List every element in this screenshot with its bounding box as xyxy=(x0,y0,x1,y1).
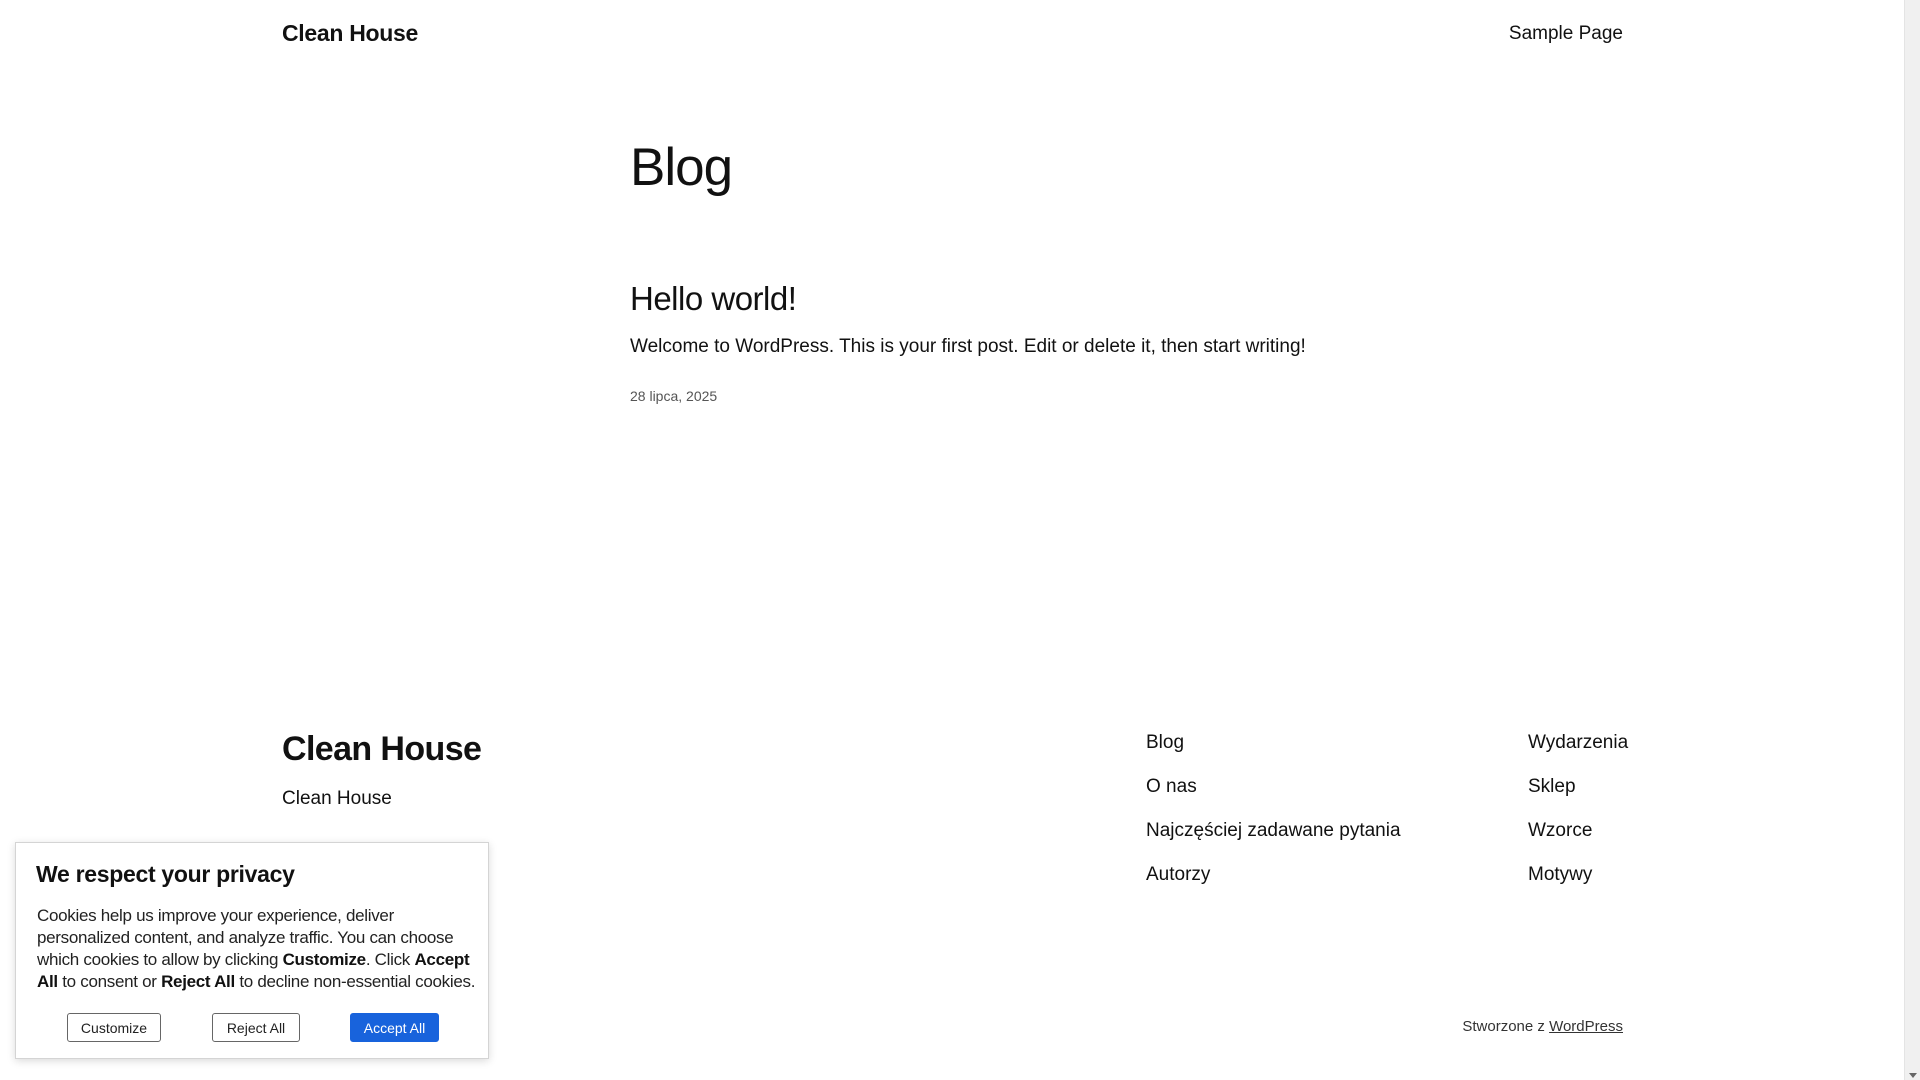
cookie-text-part: to consent or xyxy=(57,972,162,991)
footer-credit: Stworzone z WordPress xyxy=(1462,1018,1623,1035)
cookie-text-part: . Click xyxy=(365,950,415,969)
main-content: Blog Hello world! Welcome to WordPress. … xyxy=(630,130,1630,404)
footer-tagline: Clean House xyxy=(282,788,392,809)
footer-link-blog[interactable]: Blog xyxy=(1146,732,1184,753)
cookie-text-part: to decline non-essential cookies. xyxy=(234,972,476,991)
footer-link-about[interactable]: O nas xyxy=(1146,776,1197,797)
site-title-link[interactable]: Clean House xyxy=(282,20,418,47)
footer-link-faq[interactable]: Najczęściej zadawane pytania xyxy=(1146,820,1401,841)
page-scrollbar[interactable] xyxy=(1904,0,1920,1080)
footer-nav-column-1: Blog O nas Najczęściej zadawane pytania … xyxy=(1146,732,1401,908)
post-date: 28 lipca, 2025 xyxy=(630,388,718,404)
page-title: Blog xyxy=(630,138,733,197)
footer-link-themes[interactable]: Motywy xyxy=(1528,864,1592,885)
post-title: Hello world! xyxy=(630,280,1306,318)
footer-link-authors[interactable]: Autorzy xyxy=(1146,864,1210,885)
scroll-down-arrow-icon[interactable] xyxy=(1909,1073,1917,1078)
header-nav: Sample Page xyxy=(1509,23,1623,45)
cookie-banner-text: Cookies help us improve your experience,… xyxy=(37,905,477,993)
footer-nav-column-2: Wydarzenia Sklep Wzorce Motywy xyxy=(1528,732,1628,908)
cookie-banner-title: We respect your privacy xyxy=(36,861,295,887)
nav-link-sample-page[interactable]: Sample Page xyxy=(1509,23,1623,44)
cookie-accept-all-button[interactable]: Accept All xyxy=(350,1013,439,1042)
wordpress-link[interactable]: WordPress xyxy=(1549,1018,1623,1035)
footer-link-events[interactable]: Wydarzenia xyxy=(1528,732,1628,753)
cookie-consent-banner: We respect your privacy Cookies help us … xyxy=(15,842,489,1059)
cookie-text-bold-customize: Customize xyxy=(282,950,367,969)
cookie-reject-all-button[interactable]: Reject All xyxy=(212,1013,300,1042)
post-title-link[interactable]: Hello world! xyxy=(630,280,797,317)
footer-site-title-link[interactable]: Clean House xyxy=(282,730,482,769)
footer-link-shop[interactable]: Sklep xyxy=(1528,776,1576,797)
post-excerpt: Welcome to WordPress. This is your first… xyxy=(630,336,1306,357)
footer-link-patterns[interactable]: Wzorce xyxy=(1528,820,1592,841)
footer-credit-text: Stworzone z xyxy=(1462,1018,1550,1035)
cookie-text-bold-reject: Reject All xyxy=(161,972,235,991)
post-item: Hello world! Welcome to WordPress. This … xyxy=(630,280,1306,404)
cookie-customize-button[interactable]: Customize xyxy=(67,1013,161,1042)
site-header: Clean House Sample Page xyxy=(0,0,1905,70)
